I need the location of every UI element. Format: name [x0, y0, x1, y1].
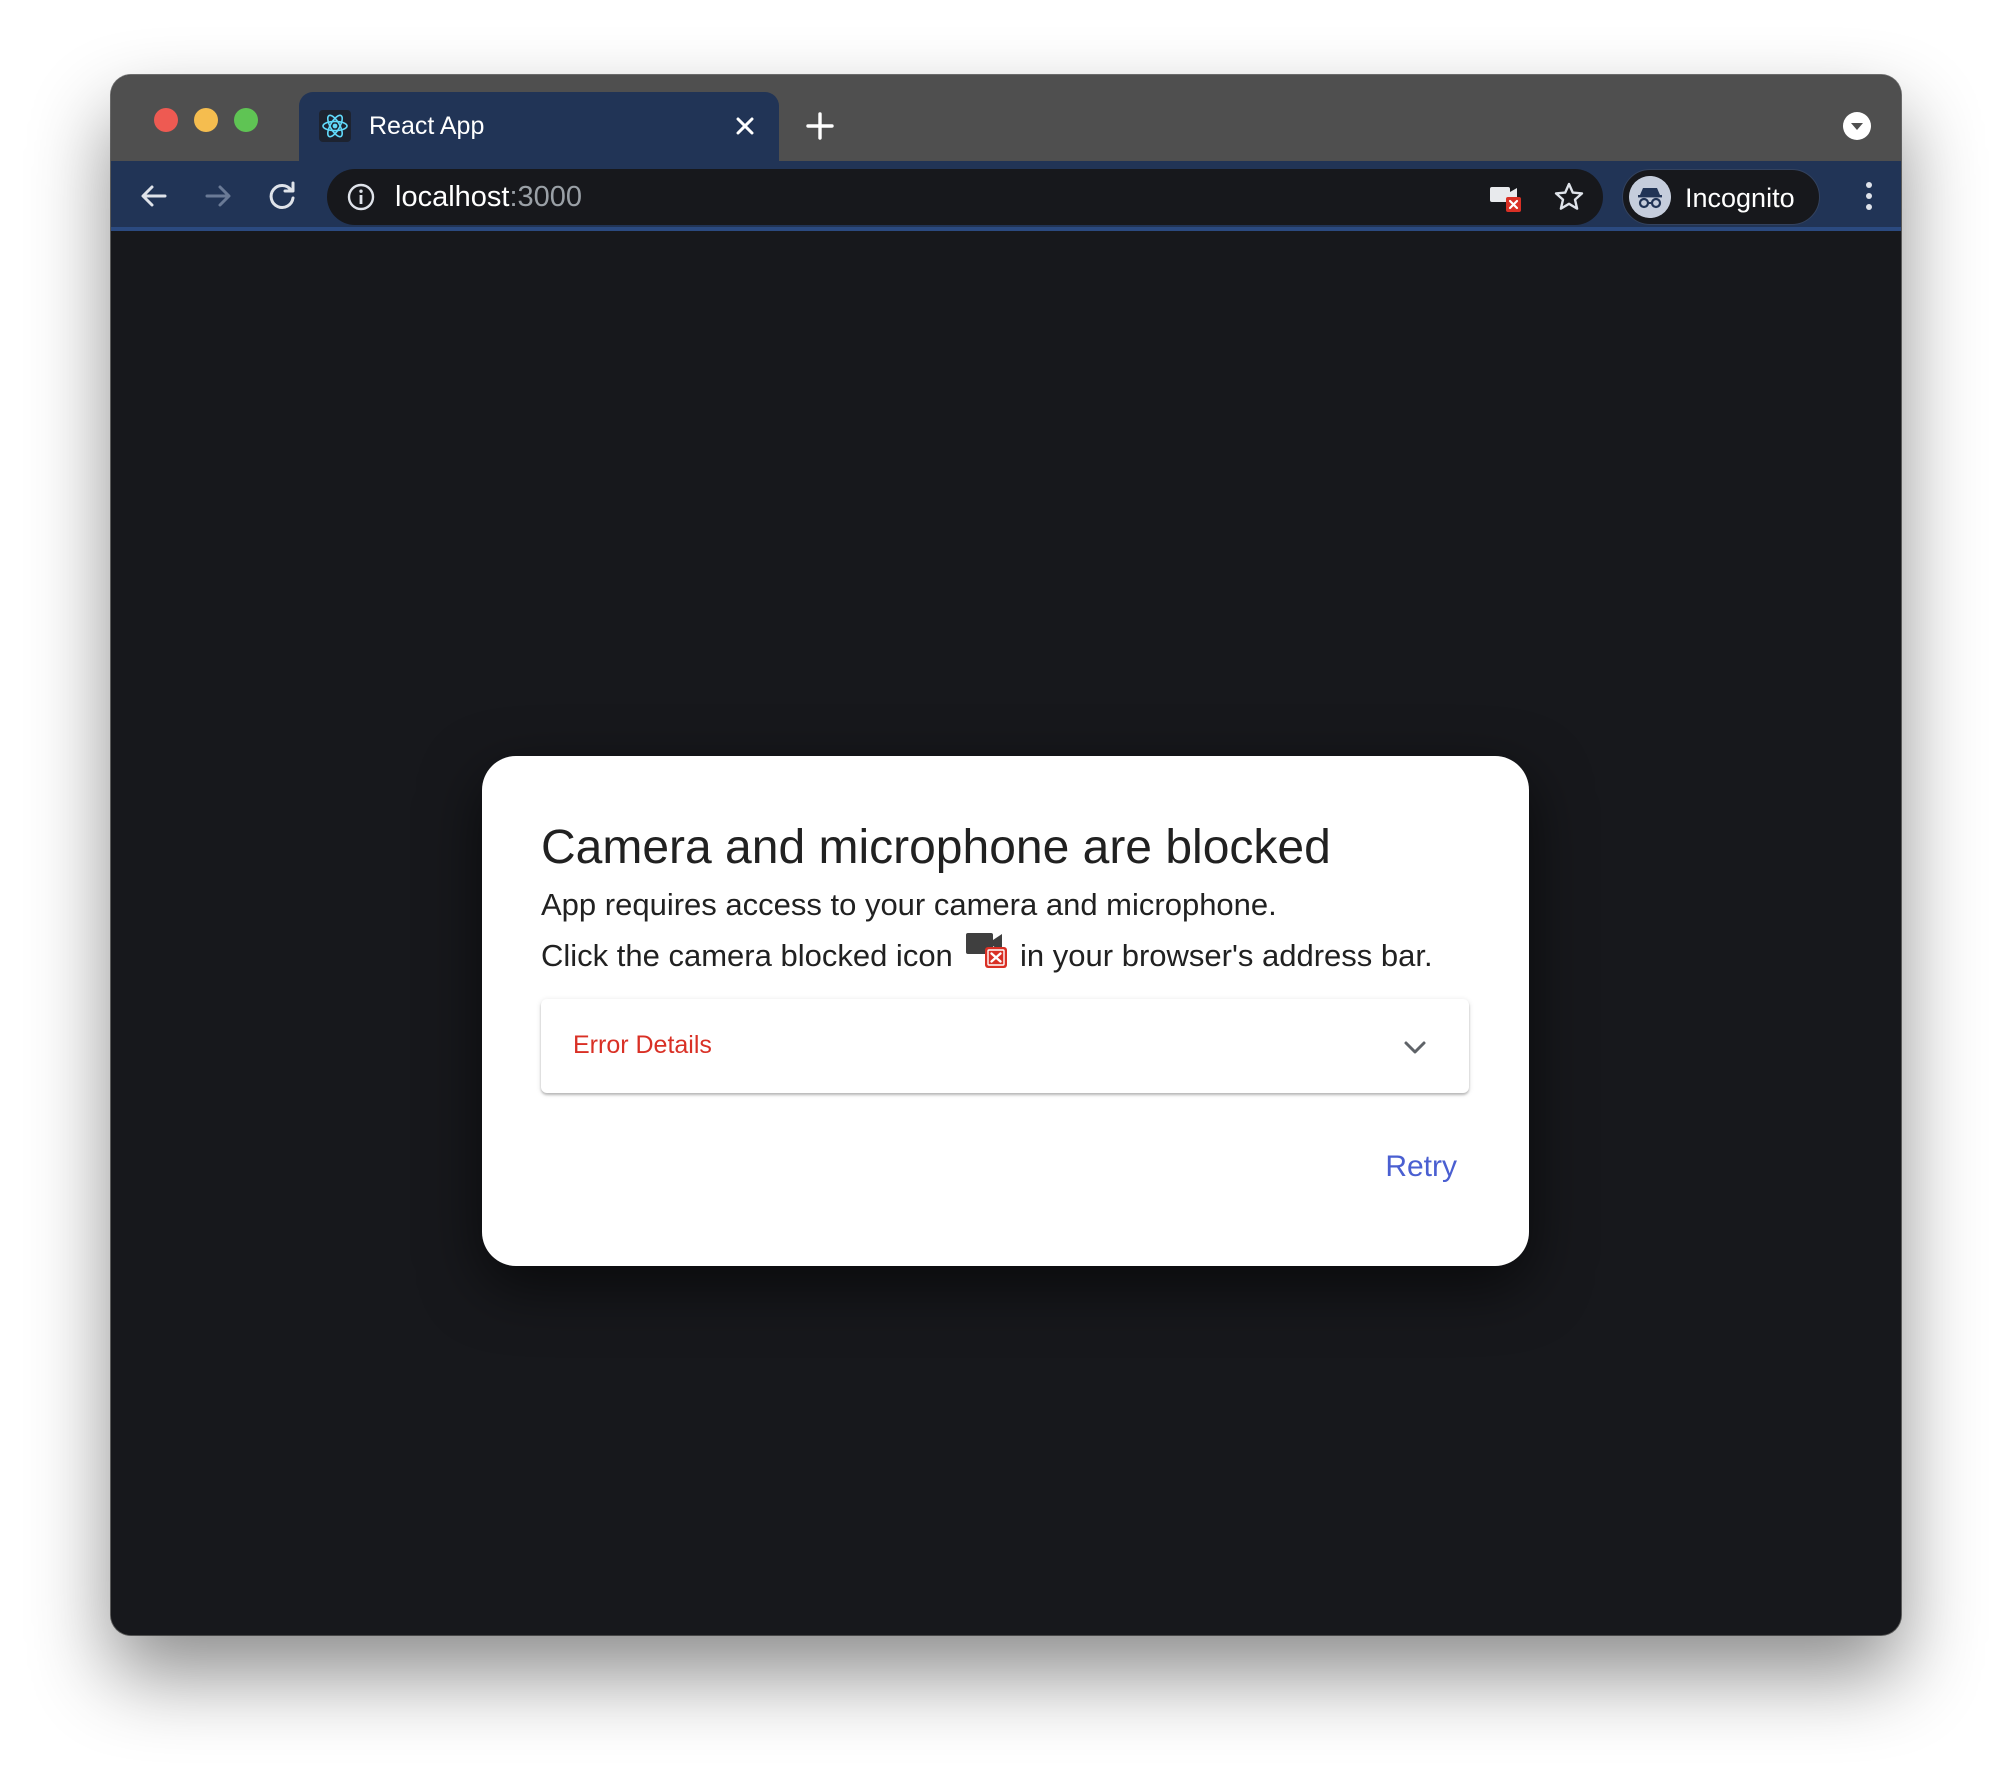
- close-tab-icon[interactable]: [729, 110, 761, 142]
- new-tab-icon[interactable]: [803, 109, 837, 143]
- url-text[interactable]: localhost:3000: [395, 181, 582, 213]
- forward-arrow-icon[interactable]: [200, 178, 236, 214]
- address-bar[interactable]: localhost:3000: [327, 169, 1603, 225]
- page-content: Camera and microphone are blocked App re…: [111, 231, 1901, 1635]
- incognito-label: Incognito: [1685, 183, 1795, 213]
- tab-search-icon[interactable]: [1841, 110, 1873, 142]
- incognito-icon: [1629, 176, 1671, 218]
- dialog-title: Camera and microphone are blocked: [541, 821, 1331, 874]
- reload-icon[interactable]: [264, 178, 300, 214]
- dialog-instruction: Click the camera blocked icon in your br…: [541, 933, 1433, 978]
- tab-strip: React App: [111, 75, 1901, 161]
- camera-blocked-icon[interactable]: [1489, 183, 1523, 213]
- url-host: localhost: [395, 181, 510, 213]
- url-port: :3000: [509, 181, 583, 213]
- camera-blocked-icon: [966, 933, 1008, 968]
- browser-window: React App localhost:3000 Incognito Camer…: [111, 75, 1901, 1635]
- info-icon[interactable]: [346, 182, 376, 212]
- error-details-label: Error Details: [573, 1031, 712, 1059]
- permissions-dialog: Camera and microphone are blocked App re…: [482, 756, 1529, 1266]
- retry-button[interactable]: Retry: [1385, 1149, 1457, 1185]
- dialog-description: App requires access to your camera and m…: [541, 887, 1277, 922]
- instruction-text-after: in your browser's address bar.: [1020, 938, 1433, 973]
- react-logo-icon: [319, 110, 351, 142]
- back-arrow-icon[interactable]: [136, 178, 172, 214]
- maximize-window-button[interactable]: [234, 108, 258, 132]
- error-details-accordion[interactable]: Error Details: [541, 999, 1469, 1093]
- instruction-text-before: Click the camera blocked icon: [541, 938, 953, 973]
- more-menu-icon[interactable]: [1859, 178, 1879, 214]
- chevron-down-icon[interactable]: [1399, 1031, 1431, 1063]
- tab-react-app[interactable]: React App: [299, 92, 779, 161]
- star-icon[interactable]: [1552, 180, 1586, 214]
- browser-toolbar: localhost:3000 Incognito: [111, 161, 1901, 231]
- incognito-profile-button[interactable]: Incognito: [1622, 169, 1820, 225]
- close-window-button[interactable]: [154, 108, 178, 132]
- minimize-window-button[interactable]: [194, 108, 218, 132]
- tab-title: React App: [369, 112, 485, 140]
